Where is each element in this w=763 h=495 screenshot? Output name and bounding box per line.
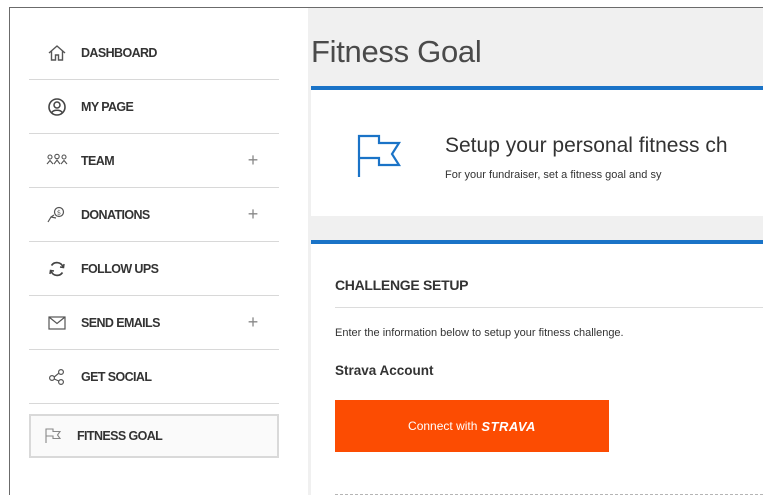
sidebar-item-label: MY PAGE xyxy=(81,99,134,114)
svg-text:$: $ xyxy=(57,208,61,216)
sidebar-item-get-social[interactable]: GET SOCIAL xyxy=(29,350,279,404)
donation-icon: $ xyxy=(45,204,69,226)
sidebar-item-dashboard[interactable]: DASHBOARD xyxy=(29,26,279,80)
sidebar: DASHBOARD MY PAGE TEAM + $ DONATIONS + F… xyxy=(10,8,300,495)
sidebar-item-fitness-goal[interactable]: FITNESS GOAL xyxy=(29,414,279,458)
sidebar-item-follow-ups[interactable]: FOLLOW UPS xyxy=(29,242,279,296)
sidebar-item-label: DONATIONS xyxy=(81,207,150,222)
refresh-icon xyxy=(45,258,69,280)
team-icon xyxy=(45,150,69,172)
sidebar-item-label: TEAM xyxy=(81,153,115,168)
sidebar-item-label: DASHBOARD xyxy=(81,45,157,60)
intro-card: Setup your personal fitness ch For your … xyxy=(311,86,763,216)
envelope-icon xyxy=(45,312,69,334)
strava-logo-text: STRAVA xyxy=(481,418,536,434)
divider xyxy=(335,307,763,308)
strava-account-label: Strava Account xyxy=(335,363,434,378)
connect-strava-button[interactable]: Connect with STRAVA xyxy=(335,400,609,452)
app-frame: DASHBOARD MY PAGE TEAM + $ DONATIONS + F… xyxy=(9,7,763,495)
home-icon xyxy=(45,42,69,64)
flag-icon xyxy=(41,425,65,447)
sidebar-item-team[interactable]: TEAM + xyxy=(29,134,279,188)
expand-plus-icon[interactable]: + xyxy=(243,312,263,333)
challenge-setup-card: CHALLENGE SETUP Enter the information be… xyxy=(311,240,763,495)
sidebar-item-label: GET SOCIAL xyxy=(81,369,152,384)
page-title: Fitness Goal xyxy=(311,34,482,69)
expand-plus-icon[interactable]: + xyxy=(243,150,263,171)
instructions-text: Enter the information below to setup you… xyxy=(335,327,624,339)
sidebar-item-label: SEND EMAILS xyxy=(81,315,160,330)
user-circle-icon xyxy=(45,96,69,118)
sidebar-item-donations[interactable]: $ DONATIONS + xyxy=(29,188,279,242)
intro-headline: Setup your personal fitness ch xyxy=(445,134,728,157)
connect-label: Connect with xyxy=(408,419,478,433)
share-icon xyxy=(45,366,69,388)
sidebar-item-send-emails[interactable]: SEND EMAILS + xyxy=(29,296,279,350)
intro-subline: For your fundraiser, set a fitness goal … xyxy=(445,169,662,181)
flag-icon xyxy=(355,134,403,183)
main-content: Fitness Goal Setup your personal fitness… xyxy=(308,8,763,495)
sidebar-item-label: FOLLOW UPS xyxy=(81,261,159,276)
section-title: CHALLENGE SETUP xyxy=(335,277,469,293)
expand-plus-icon[interactable]: + xyxy=(243,204,263,225)
sidebar-item-my-page[interactable]: MY PAGE xyxy=(29,80,279,134)
sidebar-item-label: FITNESS GOAL xyxy=(77,429,163,443)
